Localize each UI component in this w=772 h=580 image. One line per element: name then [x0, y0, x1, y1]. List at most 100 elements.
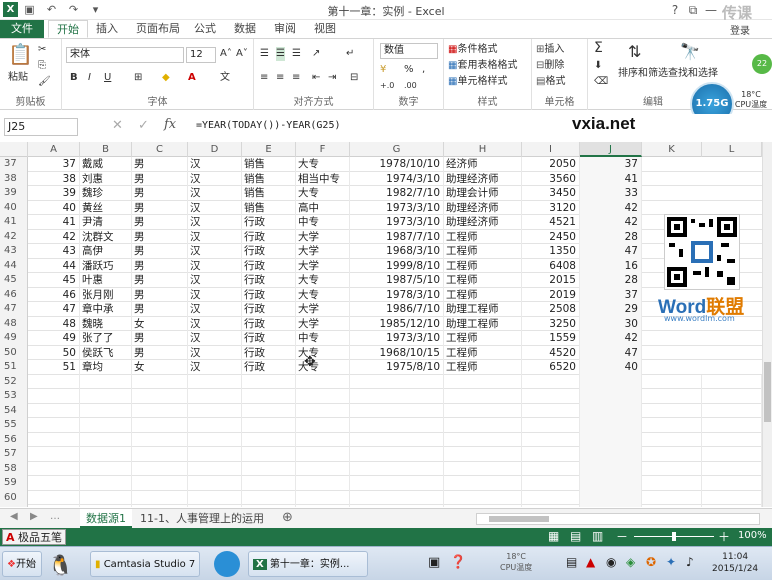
empty-cell[interactable] [188, 490, 242, 505]
cell-i[interactable]: 6408 [522, 258, 580, 273]
empty-cell[interactable] [132, 490, 188, 505]
empty-cell[interactable] [350, 476, 444, 491]
zoom-slider-thumb[interactable] [672, 532, 676, 541]
empty-cell[interactable] [444, 389, 522, 404]
empty-cell[interactable] [444, 461, 522, 476]
sort-filter-button[interactable]: 排序和筛选 [618, 67, 668, 81]
insert-function-icon[interactable]: fx [164, 117, 176, 132]
bold-button[interactable]: B [70, 71, 78, 85]
paste-button[interactable]: 粘贴 [8, 71, 28, 85]
find-select-icon[interactable]: 🔭 [680, 44, 700, 60]
empty-cell[interactable] [188, 374, 242, 389]
empty-cell[interactable] [242, 432, 296, 447]
sheet-tab-active[interactable]: 数据源1 [80, 509, 132, 528]
empty-cell[interactable] [132, 374, 188, 389]
cell-style-button[interactable]: ▦单元格样式 [448, 75, 507, 89]
cell-j[interactable]: 42 [580, 200, 642, 215]
empty-cell[interactable] [522, 403, 580, 418]
login-link[interactable]: 登录 [730, 22, 750, 37]
empty-cell[interactable] [444, 432, 522, 447]
cell-c[interactable]: 男 [132, 186, 188, 201]
sheet-more-icon[interactable]: … [50, 511, 60, 522]
insert-cells-button[interactable]: ⊞插入 [536, 43, 564, 57]
empty-cell[interactable] [80, 389, 132, 404]
format-cells-button[interactable]: ▤格式 [536, 75, 565, 89]
empty-cell[interactable] [132, 403, 188, 418]
cell-a[interactable]: 40 [28, 200, 80, 215]
cell-f[interactable]: 大学 [296, 258, 350, 273]
row-header[interactable]: 50 [0, 345, 28, 360]
empty-cell[interactable] [296, 447, 350, 462]
cell-h[interactable]: 工程师 [444, 229, 522, 244]
cell-b[interactable]: 张月刚 [80, 287, 132, 302]
cell-j[interactable]: 28 [580, 229, 642, 244]
underline-button[interactable]: U [104, 71, 111, 85]
cell-b[interactable]: 高伊 [80, 244, 132, 259]
taskbar-clock[interactable]: 11:04 2015/1/24 [712, 551, 758, 575]
column-header-b[interactable]: B [80, 142, 132, 157]
empty-cell[interactable] [522, 505, 580, 507]
cell-d[interactable]: 汉 [188, 316, 242, 331]
empty-cell[interactable] [80, 447, 132, 462]
empty-cell[interactable] [642, 403, 702, 418]
paste-icon[interactable]: 📋 [8, 44, 33, 64]
cell-d[interactable]: 汉 [188, 258, 242, 273]
row-header[interactable]: 51 [0, 360, 28, 375]
cell-b[interactable]: 叶惠 [80, 273, 132, 288]
empty-cell[interactable] [132, 447, 188, 462]
empty-cell[interactable] [642, 505, 702, 507]
cell-b[interactable]: 刘惠 [80, 171, 132, 186]
row-header[interactable]: 57 [0, 447, 28, 462]
cell-e[interactable]: 行政 [242, 273, 296, 288]
page-break-view-icon[interactable]: ▥ [592, 529, 603, 543]
empty-cell[interactable] [642, 461, 702, 476]
comma-button[interactable]: , [422, 63, 425, 77]
cell-c[interactable]: 男 [132, 345, 188, 360]
tab-page-layout[interactable]: 页面布局 [128, 20, 188, 38]
align-right-icon[interactable]: ≡ [292, 71, 300, 85]
cell-b[interactable]: 戴威 [80, 157, 132, 172]
orientation-icon[interactable]: ↗ [312, 47, 320, 61]
empty-cell[interactable] [702, 476, 762, 491]
empty-cell[interactable] [132, 476, 188, 491]
empty-cell[interactable] [580, 374, 642, 389]
cell-e[interactable]: 销售 [242, 200, 296, 215]
empty-cell[interactable] [444, 418, 522, 433]
font-size-select[interactable]: 12 [186, 47, 216, 63]
cell-g[interactable]: 1968/3/10 [350, 244, 444, 259]
name-box[interactable]: J25 [4, 118, 78, 136]
empty-cell[interactable] [132, 505, 188, 507]
column-header-h[interactable]: H [444, 142, 522, 157]
column-header-g[interactable]: G [350, 142, 444, 157]
cell-b[interactable]: 张了了 [80, 331, 132, 346]
cell-j[interactable]: 37 [580, 287, 642, 302]
cell-i[interactable]: 3450 [522, 186, 580, 201]
cell-c[interactable]: 女 [132, 316, 188, 331]
cell-a[interactable]: 45 [28, 273, 80, 288]
cell-a[interactable]: 39 [28, 186, 80, 201]
tab-view[interactable]: 视图 [306, 20, 344, 38]
empty-cell[interactable] [296, 389, 350, 404]
cell-e[interactable]: 行政 [242, 345, 296, 360]
empty-cell[interactable] [444, 447, 522, 462]
cell-g[interactable]: 1968/10/15 [350, 345, 444, 360]
font-shrink-button[interactable]: A˅ [236, 47, 248, 61]
cell-a[interactable]: 51 [28, 360, 80, 375]
cell-a[interactable]: 46 [28, 287, 80, 302]
cell-c[interactable]: 男 [132, 302, 188, 317]
align-center-icon[interactable]: ≡ [276, 71, 284, 85]
start-button[interactable]: ❖开始 [2, 551, 42, 577]
cell-d[interactable]: 汉 [188, 171, 242, 186]
row-header[interactable]: 44 [0, 258, 28, 273]
cell-e[interactable]: 行政 [242, 316, 296, 331]
empty-cell[interactable] [296, 403, 350, 418]
empty-cell[interactable] [350, 432, 444, 447]
add-sheet-button[interactable]: ⊕ [282, 510, 293, 525]
cell-c[interactable]: 男 [132, 200, 188, 215]
percent-button[interactable]: % [404, 63, 414, 77]
cell-i[interactable]: 3120 [522, 200, 580, 215]
empty-cell[interactable] [80, 374, 132, 389]
row-header[interactable]: 46 [0, 287, 28, 302]
formula-input[interactable]: =YEAR(TODAY())-YEAR(G25) [196, 118, 766, 136]
cell-j[interactable]: 37 [580, 157, 642, 172]
